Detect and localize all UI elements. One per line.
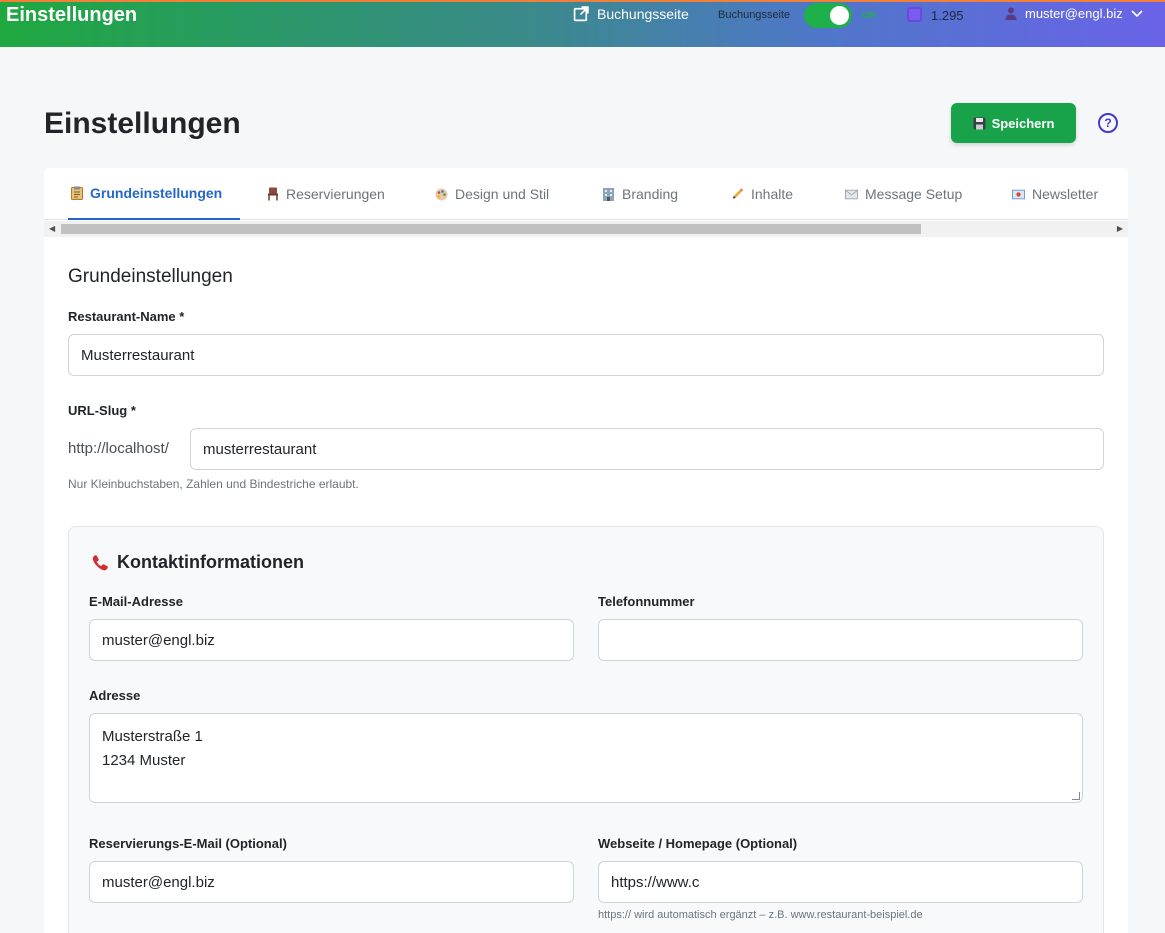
settings-tabs: Grundeinstellungen Reservierungen Design… [44,168,1128,220]
section-title: Grundeinstellungen [68,266,233,287]
building-icon [602,188,615,201]
tab-label: Branding [622,186,679,202]
tab-label: Design und Stil [455,186,550,202]
credits-icon [907,7,922,22]
user-icon [1005,7,1017,20]
tabs-horizontal-scrollbar[interactable]: ◀ ▶ [44,221,1128,237]
restaurant-name-input[interactable]: Musterrestaurant [68,334,1104,376]
floppy-disk-icon [973,117,986,129]
website-field[interactable]: https://www.c [598,861,1083,903]
tab-label: Message Setup [865,186,963,202]
tab-branding[interactable]: Branding [602,168,678,220]
top-bar: Einstellungen Buchungsseite Buchungsseit… [0,0,1165,47]
tab-label: Grundeinstellungen [90,185,223,201]
url-slug-input[interactable]: musterrestaurant [190,428,1104,470]
booking-page-link[interactable]: Buchungsseite [573,5,689,22]
toggle-state-text: ON [862,10,876,20]
page-title: Einstellungen [44,107,241,140]
envelope-icon [845,188,858,201]
tab-newsletter[interactable]: Newsletter [1012,168,1098,220]
contact-title-text: Kontaktinformationen [117,552,304,572]
tab-inhalte[interactable]: Inhalte [731,168,793,220]
app-title: Einstellungen [6,4,138,26]
tab-message-setup[interactable]: Message Setup [845,168,962,220]
contact-title: Kontaktinformationen [91,552,304,573]
external-link-icon [573,6,589,22]
address-text: Musterstraße 1 1234 Muster [102,728,203,769]
url-slug-prefix: http://localhost/ [68,440,169,457]
help-icon[interactable]: ? [1098,113,1118,133]
tab-label: Newsletter [1032,186,1099,202]
booking-toggle-label: Buchungsseite [718,9,791,21]
tab-label: Inhalte [751,186,794,202]
save-button[interactable]: Speichern [951,103,1076,143]
tab-reservierungen[interactable]: Reservierungen [266,168,385,220]
tab-grundeinstellungen[interactable]: Grundeinstellungen [68,168,240,220]
toggle-knob [830,6,849,25]
email-field[interactable]: muster@engl.biz [89,619,574,661]
phone-icon [92,554,108,570]
user-menu[interactable]: muster@engl.biz [1005,6,1143,21]
booking-link-label: Buchungsseite [597,5,689,22]
reservation-email-field[interactable]: muster@engl.biz [89,861,574,903]
phone-field[interactable] [598,619,1083,661]
user-email: muster@engl.biz [1025,6,1123,21]
restaurant-name-label: Restaurant-Name * [68,309,185,324]
tab-design-und-stil[interactable]: Design und Stil [435,168,549,220]
palette-icon [435,188,448,201]
clipboard-icon [70,186,83,200]
chair-icon [266,187,279,201]
url-slug-label: URL-Slug * [68,403,136,418]
website-label: Webseite / Homepage (Optional) [598,836,798,851]
url-slug-hint: Nur Kleinbuchstaben, Zahlen und Bindestr… [68,477,359,491]
save-label: Speichern [991,115,1055,131]
scroll-left-arrow-icon[interactable]: ◀ [49,224,55,233]
email-label: E-Mail-Adresse [89,594,183,609]
reservation-email-label: Reservierungs-E-Mail (Optional) [89,836,287,851]
booking-page-toggle[interactable] [804,3,852,28]
credits-count: 1.295 [931,8,964,23]
settings-card: Grundeinstellungen Reservierungen Design… [44,168,1128,933]
phone-label: Telefonnummer [598,594,695,609]
scrollbar-thumb[interactable] [61,224,921,234]
resize-handle-icon[interactable] [1072,792,1080,800]
mail-icon [1012,188,1025,201]
pencil-icon [731,188,744,201]
scroll-right-arrow-icon[interactable]: ▶ [1117,224,1123,233]
tab-label: Reservierungen [286,186,385,202]
address-textarea[interactable]: Musterstraße 1 1234 Muster [89,713,1083,803]
address-label: Adresse [89,688,141,703]
website-hint: https:// wird automatisch ergänzt – z.B.… [598,909,923,921]
chevron-down-icon [1131,9,1143,17]
contact-section: Kontaktinformationen E-Mail-Adresse must… [68,526,1104,933]
